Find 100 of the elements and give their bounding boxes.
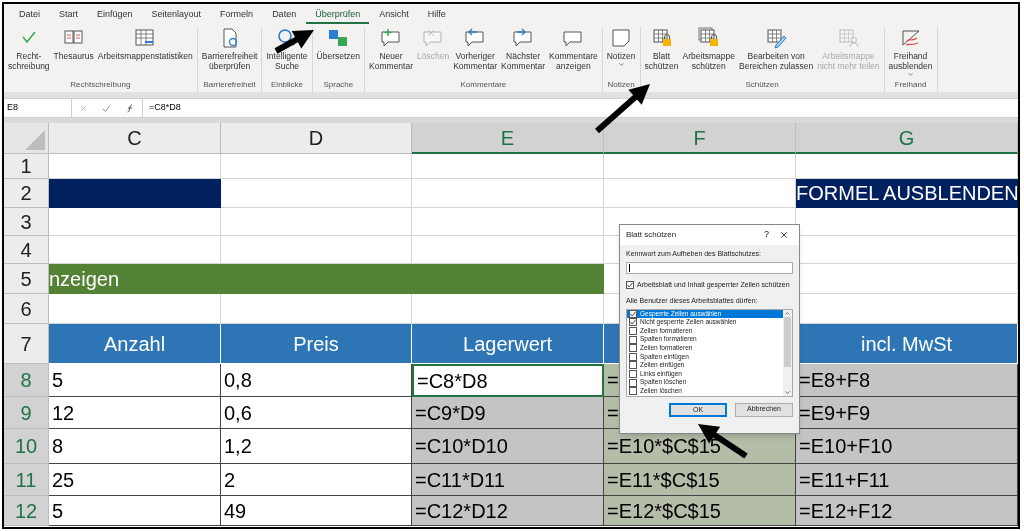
row-header[interactable]: 1 bbox=[4, 154, 49, 179]
checkbox[interactable] bbox=[629, 352, 637, 361]
ribbon-button[interactable]: Neuer Kommentar bbox=[367, 27, 415, 71]
ribbon-tab[interactable]: Hilfe bbox=[418, 7, 455, 24]
checkbox[interactable] bbox=[629, 318, 637, 327]
help-button[interactable]: ? bbox=[754, 228, 779, 242]
ribbon-tab[interactable]: Start bbox=[50, 7, 88, 24]
ribbon-button[interactable]: Arbeitsmappenstatistiken bbox=[95, 27, 195, 61]
table-cell: nzeigen bbox=[49, 264, 221, 294]
table-cell: Preis bbox=[221, 324, 412, 364]
table-cell: =C9*D9 bbox=[412, 397, 604, 429]
dialog-title: Blatt schützen bbox=[626, 229, 678, 241]
checkbox[interactable] bbox=[629, 335, 637, 344]
row-header[interactable]: 3 bbox=[4, 208, 49, 236]
table-cell: =E12+F12 bbox=[796, 496, 1018, 526]
row-header[interactable]: 5 bbox=[4, 264, 49, 294]
ribbon-button[interactable]: Übersetzen bbox=[314, 27, 363, 61]
row-header[interactable]: 9 bbox=[4, 397, 49, 429]
group-label: Kommentare bbox=[459, 79, 508, 91]
checkbox[interactable] bbox=[629, 387, 637, 396]
table-cell: =E11+F11 bbox=[796, 464, 1018, 496]
table-cell: Lagerwert bbox=[412, 324, 604, 364]
caret-icon bbox=[617, 61, 625, 68]
ribbon-tab[interactable]: Überprüfen bbox=[306, 7, 370, 24]
checkbox[interactable] bbox=[629, 309, 637, 318]
ribbon-button[interactable]: Kommentare anzeigen bbox=[547, 27, 600, 71]
close-icon[interactable] bbox=[779, 230, 789, 240]
ribbon-tab[interactable]: Datei bbox=[10, 7, 49, 24]
table-person-icon bbox=[836, 27, 861, 49]
checkbox[interactable] bbox=[629, 369, 637, 378]
ribbon-button[interactable]: Barrierefreiheit überprüfen bbox=[199, 27, 260, 71]
column-header[interactable]: C bbox=[49, 123, 221, 154]
ribbon-button[interactable]: Recht- schreibung bbox=[6, 27, 52, 71]
column-header[interactable]: E bbox=[412, 123, 604, 154]
scroll-down-icon[interactable] bbox=[784, 388, 791, 396]
row-header[interactable]: 2 bbox=[4, 179, 49, 208]
row-header[interactable]: 6 bbox=[4, 294, 49, 324]
password-field[interactable] bbox=[626, 261, 793, 274]
table-cell: 0,6 bbox=[221, 397, 412, 429]
table-cell: =E10+F10 bbox=[796, 429, 1018, 464]
row-header[interactable]: 8 bbox=[4, 364, 49, 397]
ribbon-button[interactable]: Blatt schützen bbox=[642, 27, 681, 71]
table-cell: 8 bbox=[49, 429, 221, 464]
ribbon-button[interactable]: Thesaurus bbox=[51, 27, 96, 61]
row-header[interactable]: 12 bbox=[4, 496, 49, 526]
ribbon-button[interactable]: Arbeitsmappe schützen bbox=[680, 27, 737, 71]
table-cell: Anzahl bbox=[49, 324, 221, 364]
table-cell: =C10*D10 bbox=[412, 429, 604, 464]
scroll-up-icon[interactable] bbox=[784, 309, 791, 317]
row-header[interactable]: 4 bbox=[4, 236, 49, 264]
confirm-icon[interactable] bbox=[102, 103, 112, 113]
checkbox[interactable] bbox=[629, 327, 637, 335]
annotation-arrow bbox=[274, 30, 314, 54]
group-label: Sprache bbox=[322, 79, 355, 91]
name-box[interactable]: E8 bbox=[4, 99, 72, 117]
checkbox[interactable] bbox=[629, 344, 637, 353]
group-label: Notizen bbox=[606, 79, 636, 91]
table-cell: FORMEL AUSBLENDEN bbox=[796, 179, 1018, 208]
column-header[interactable]: G bbox=[796, 123, 1018, 154]
ribbon-button[interactable]: Notizen bbox=[604, 27, 638, 68]
ribbon-tab[interactable]: Ansicht bbox=[370, 7, 418, 24]
row-header[interactable]: 11 bbox=[4, 464, 49, 496]
table-cell: 12 bbox=[49, 397, 221, 429]
table-pencil-icon bbox=[764, 27, 789, 49]
table-cell: =C12*D12 bbox=[412, 496, 604, 526]
caret-icon bbox=[907, 71, 915, 78]
ribbon-button[interactable]: Bearbeiten von Bereichen zulassen bbox=[737, 27, 816, 71]
corner-triangle-icon bbox=[25, 130, 45, 150]
table-cell: 25 bbox=[49, 464, 221, 496]
workbook-lock-icon bbox=[696, 27, 721, 49]
group-label: Schützen bbox=[744, 79, 780, 91]
function-icon[interactable] bbox=[125, 103, 135, 113]
column-header[interactable]: D bbox=[221, 123, 412, 154]
ribbon-tab[interactable]: Seitenlayout bbox=[142, 7, 211, 24]
column-header[interactable]: F bbox=[604, 123, 796, 154]
group-label: Barrierefreiheit bbox=[202, 79, 257, 91]
table-cell: 49 bbox=[221, 496, 412, 526]
table-cell: =E12*$C$15 bbox=[604, 496, 796, 526]
group-label: Rechtschreibung bbox=[69, 79, 132, 91]
table-cell: 2 bbox=[221, 464, 412, 496]
table-cell: =C11*D11 bbox=[412, 464, 604, 496]
row-header[interactable]: 10 bbox=[4, 429, 49, 464]
row-header[interactable]: 7 bbox=[4, 324, 49, 364]
ribbon-tab[interactable]: Einfügen bbox=[88, 7, 142, 24]
ribbon-button[interactable]: Vorheriger Kommentar bbox=[451, 27, 500, 71]
table-cell: =C8*D8 bbox=[412, 364, 604, 397]
checkbox[interactable] bbox=[629, 361, 637, 370]
ribbon-tab[interactable]: Formeln bbox=[211, 7, 263, 24]
group-label: Freihand bbox=[893, 79, 928, 91]
ribbon-button[interactable]: Freihand ausblenden bbox=[886, 27, 935, 78]
table-cell: 5 bbox=[49, 364, 221, 397]
annotation-arrow bbox=[595, 84, 650, 134]
table-cell: =E11*$C$15 bbox=[604, 464, 796, 496]
checkbox[interactable] bbox=[629, 378, 637, 387]
group-label: Einblicke bbox=[270, 79, 305, 91]
ribbon-button[interactable]: Nächster Kommentar bbox=[499, 27, 548, 71]
scrollbar[interactable] bbox=[783, 309, 792, 396]
checkbox[interactable] bbox=[626, 280, 634, 289]
ribbon-tab[interactable]: Daten bbox=[263, 7, 306, 24]
table-cell: 0,8 bbox=[221, 364, 412, 397]
